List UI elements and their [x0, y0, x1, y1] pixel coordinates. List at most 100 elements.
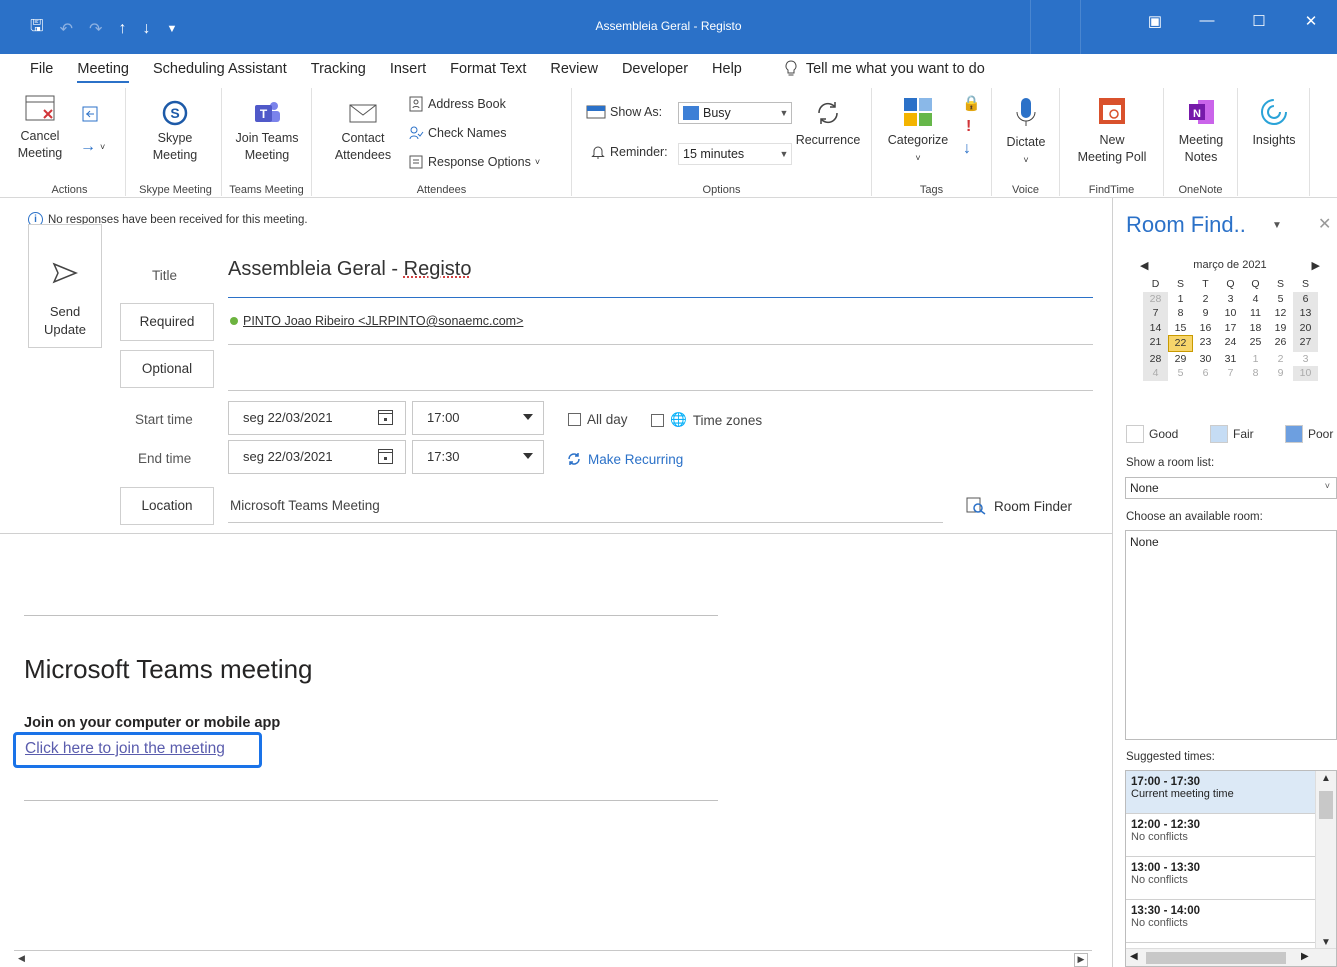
tell-me-search[interactable]: Tell me what you want to do	[784, 60, 985, 78]
start-date-picker[interactable]: seg 22/03/2021	[228, 401, 406, 435]
tab-tracking[interactable]: Tracking	[311, 61, 366, 77]
next-month-icon[interactable]: ▶	[1312, 259, 1320, 272]
calendar-day[interactable]: 21	[1143, 335, 1168, 352]
calendar-day[interactable]: 19	[1268, 321, 1293, 336]
skype-meeting-button[interactable]: S Skype Meeting	[140, 100, 210, 164]
calendar-day[interactable]: 8	[1168, 306, 1193, 321]
calendar-day[interactable]: 29	[1168, 352, 1193, 367]
required-attendees-field[interactable]: PINTO Joao Ribeiro <JLRPINTO@sonaemc.com…	[230, 314, 523, 328]
suggestion-item[interactable]: 13:30 - 14:00 No conflicts	[1126, 900, 1315, 943]
calendar-day[interactable]: 13	[1293, 306, 1318, 321]
location-input[interactable]: Microsoft Teams Meeting	[230, 498, 380, 513]
calendar-day[interactable]: 4	[1143, 366, 1168, 381]
forward-icon[interactable]	[80, 104, 100, 124]
calendar-day[interactable]: 5	[1168, 366, 1193, 381]
all-day-checkbox[interactable]: All day	[568, 412, 628, 427]
calendar-day[interactable]: 26	[1268, 335, 1293, 352]
tab-scheduling-assistant[interactable]: Scheduling Assistant	[153, 61, 287, 77]
suggestion-item[interactable]: 17:00 - 17:30 Current meeting time	[1126, 771, 1315, 814]
scroll-left-icon[interactable]: ◀	[18, 953, 25, 964]
available-rooms-list[interactable]: None	[1125, 530, 1337, 740]
room-finder-button[interactable]: Room Finder	[966, 497, 1072, 515]
tab-help[interactable]: Help	[712, 61, 742, 77]
calendar-day[interactable]: 8	[1243, 366, 1268, 381]
calendar-day[interactable]: 4	[1243, 292, 1268, 307]
calendar-day[interactable]: 16	[1193, 321, 1218, 336]
tab-file[interactable]: File	[30, 61, 53, 77]
scroll-thumb[interactable]	[1319, 791, 1333, 819]
required-button[interactable]: Required	[120, 303, 214, 341]
horizontal-scrollbar[interactable]: ◀ ▶	[14, 950, 1092, 967]
end-time-select[interactable]: 17:30	[412, 440, 544, 474]
calendar-day[interactable]: 5	[1268, 292, 1293, 307]
calendar-day[interactable]: 27	[1293, 335, 1318, 352]
calendar-day[interactable]: 12	[1268, 306, 1293, 321]
cancel-meeting-button[interactable]: Cancel Meeting	[14, 90, 66, 162]
calendar-day[interactable]: 3	[1293, 352, 1318, 367]
tab-format-text[interactable]: Format Text	[450, 61, 526, 77]
contact-attendees-button[interactable]: Contact Attendees	[320, 100, 406, 164]
address-book-button[interactable]: Address Book	[408, 96, 506, 112]
calendar-icon[interactable]	[378, 449, 393, 464]
private-lock-icon[interactable]: 🔒	[962, 94, 981, 112]
low-importance-icon[interactable]: ↓	[963, 140, 971, 158]
pane-menu-icon[interactable]: ▼	[1272, 220, 1282, 231]
minimize-icon[interactable]: —	[1181, 12, 1233, 30]
calendar-day[interactable]: 14	[1143, 320, 1168, 335]
prev-month-icon[interactable]: ◀	[1140, 259, 1148, 272]
tab-review[interactable]: Review	[550, 61, 598, 77]
end-date-picker[interactable]: seg 22/03/2021	[228, 440, 406, 474]
calendar-day[interactable]: 17	[1218, 321, 1243, 336]
calendar-day[interactable]: 7	[1143, 306, 1168, 321]
calendar-day[interactable]: 2	[1268, 352, 1293, 367]
tab-meeting[interactable]: Meeting	[77, 61, 129, 83]
tab-insert[interactable]: Insert	[390, 61, 426, 77]
scroll-down-icon[interactable]: ▼	[1321, 937, 1331, 948]
start-time-select[interactable]: 17:00	[412, 401, 544, 435]
calendar-day[interactable]: 24	[1218, 335, 1243, 352]
reminder-select[interactable]: 15 minutes ▼	[678, 143, 792, 165]
calendar-day[interactable]: 18	[1243, 321, 1268, 336]
calendar-day[interactable]: 11	[1243, 306, 1268, 321]
forward-dropdown[interactable]: → ˅	[80, 138, 105, 156]
restore-icon[interactable]: ▣	[1129, 12, 1181, 30]
suggestion-item[interactable]: 13:00 - 13:30 No conflicts	[1126, 857, 1315, 900]
calendar-day[interactable]: 15	[1168, 321, 1193, 336]
calendar-day[interactable]: 31	[1218, 352, 1243, 367]
calendar-day[interactable]: 7	[1218, 366, 1243, 381]
calendar-day[interactable]: 3	[1218, 292, 1243, 307]
calendar-day[interactable]: 28	[1143, 291, 1168, 306]
calendar-day[interactable]: 9	[1193, 306, 1218, 321]
calendar-day[interactable]: 10	[1293, 366, 1318, 381]
categorize-button[interactable]: Categorize ˅	[878, 96, 958, 167]
close-icon[interactable]: ✕	[1285, 12, 1337, 30]
show-as-select[interactable]: Busy ▼	[678, 102, 792, 124]
room-list-select[interactable]: None ˅	[1125, 477, 1337, 499]
insights-button[interactable]: Insights	[1240, 96, 1308, 149]
scroll-left-icon[interactable]: ◀	[1130, 951, 1138, 962]
calendar-day[interactable]: 23	[1193, 335, 1218, 352]
suggestions-horizontal-scrollbar[interactable]: ◀ ▶	[1126, 948, 1336, 966]
close-pane-icon[interactable]: ✕	[1318, 214, 1331, 234]
dictate-button[interactable]: Dictate ˅	[996, 96, 1056, 169]
calendar-day[interactable]: 6	[1193, 366, 1218, 381]
scroll-right-icon[interactable]: ▶	[1074, 953, 1088, 967]
optional-button[interactable]: Optional	[120, 350, 214, 388]
calendar-day[interactable]: 10	[1218, 306, 1243, 321]
check-names-button[interactable]: Check Names	[408, 125, 507, 141]
calendar-day[interactable]: 6	[1293, 291, 1318, 306]
meeting-notes-button[interactable]: N Meeting Notes	[1166, 96, 1236, 166]
title-input[interactable]: Assembleia Geral - Registo	[228, 258, 471, 281]
join-meeting-link[interactable]: Click here to join the meeting	[13, 732, 262, 768]
maximize-icon[interactable]: ☐	[1233, 12, 1285, 30]
recurrence-button[interactable]: Recurrence	[792, 98, 864, 149]
calendar-day[interactable]: 2	[1193, 292, 1218, 307]
scroll-up-icon[interactable]: ▲	[1321, 773, 1331, 784]
tab-developer[interactable]: Developer	[622, 61, 688, 77]
suggestion-item[interactable]: 12:00 - 12:30 No conflicts	[1126, 814, 1315, 857]
join-teams-meeting-button[interactable]: T Join Teams Meeting	[226, 100, 308, 164]
calendar-day[interactable]: 28	[1143, 351, 1168, 366]
new-meeting-poll-button[interactable]: New Meeting Poll	[1066, 96, 1158, 166]
calendar-day[interactable]: 20	[1293, 320, 1318, 335]
suggestions-vertical-scrollbar[interactable]: ▲ ▼	[1315, 771, 1336, 966]
